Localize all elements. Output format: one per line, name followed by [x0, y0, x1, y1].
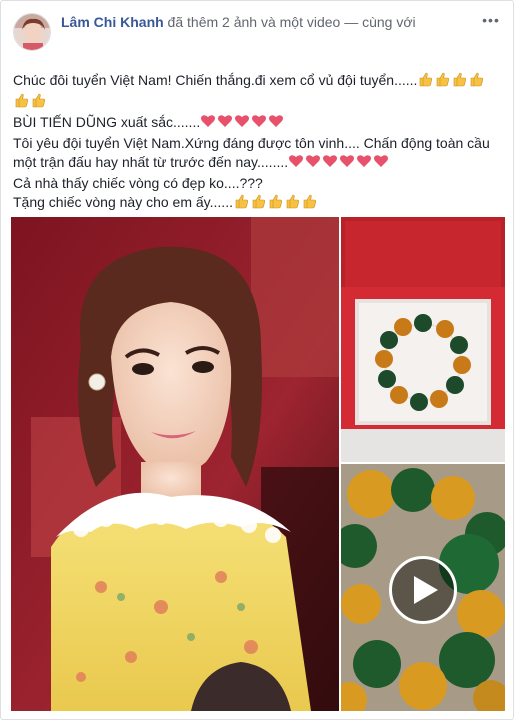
- bracelet-box-photo[interactable]: [341, 217, 505, 462]
- message-line-2: BÙI TIẾN DŨNG xuất sắc.......: [13, 113, 505, 134]
- message-line-5: Tặng chiếc vòng này cho em ấy......: [13, 193, 505, 214]
- message-line-3: Tôi yêu đội tuyển Việt Nam.Xứng đáng đượ…: [13, 134, 505, 174]
- heart-icon: [200, 113, 290, 134]
- message-line-4: Cả nhà thấy chiếc vòng có đẹp ko....???: [13, 175, 263, 191]
- post-media-grid: [11, 217, 505, 711]
- post-header-text: Lâm Chi Khanh đã thêm 2 ảnh và một video…: [61, 13, 416, 31]
- thumb-icon: [13, 92, 49, 113]
- author-avatar[interactable]: [13, 13, 51, 51]
- ellipsis-icon[interactable]: •••: [481, 13, 501, 29]
- author-name-link[interactable]: Lâm Chi Khanh: [61, 14, 164, 30]
- post-action-text: đã thêm 2 ảnh và một video — cùng với: [163, 14, 416, 30]
- message-line-1b: [13, 92, 505, 113]
- message-line-1: Chúc đôi tuyển Việt Nam! Chiến thắng.đi …: [13, 71, 505, 92]
- post-message: Chúc đôi tuyển Việt Nam! Chiến thắng.đi …: [13, 71, 505, 214]
- thumb-icon: [417, 71, 487, 92]
- bracelet-video-thumbnail[interactable]: [341, 464, 505, 711]
- play-icon[interactable]: [389, 556, 457, 624]
- heart-icon: [288, 153, 392, 174]
- feed-post: Lâm Chi Khanh đã thêm 2 ảnh và một video…: [0, 0, 514, 720]
- thumb-icon: [233, 193, 321, 214]
- post-header: Lâm Chi Khanh đã thêm 2 ảnh và một video…: [11, 11, 505, 55]
- woman-portrait-photo[interactable]: [11, 217, 339, 711]
